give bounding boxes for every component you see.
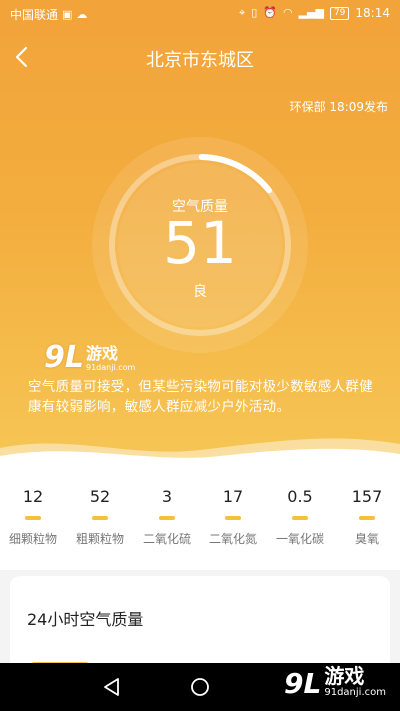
pollutant-level-bar	[92, 516, 108, 520]
brand-number: 9L	[284, 667, 322, 700]
pollutant-level-bar	[225, 516, 241, 520]
page-title: 北京市东城区	[146, 50, 254, 71]
pollutant-item[interactable]: 17 二氧化氮	[200, 485, 266, 547]
pollutant-level-bar	[359, 516, 375, 520]
pollutant-value: 157	[351, 487, 383, 506]
pollutant-level-bar	[159, 516, 175, 520]
pollutant-item[interactable]: 52 粗颗粒物	[67, 485, 133, 547]
pollutant-item[interactable]: 3 二氧化硫	[134, 485, 200, 547]
card-title: 24小时空气质量	[27, 610, 144, 629]
watermark-number: 9L	[44, 340, 84, 375]
pollutant-level-bar	[292, 516, 308, 520]
pollutant-name: 臭氧	[354, 532, 379, 546]
pollutant-value: 52	[89, 487, 111, 506]
air-quality-description: 空气质量可接受，但某些污染物可能对极少数敏感人群健康有较弱影响，敏感人群应减少户…	[28, 379, 373, 415]
brand-site: 91danji.com	[324, 687, 386, 698]
top-bar: 北京市东城区	[0, 40, 400, 76]
pollutant-name: 粗颗粒物	[75, 532, 124, 546]
aqi-value: 51	[163, 209, 237, 277]
pollutant-value: 3	[161, 487, 173, 506]
watermark-name: 游戏	[86, 344, 119, 363]
pollutant-item[interactable]: 0.5 一氧化碳	[267, 485, 333, 547]
weather-icon: ☁	[76, 7, 88, 21]
status-bar: 中国联通 ▣ ☁ ⌖ ▯ ⏰ ◠ ▂▄▆ 79 18:14	[0, 0, 400, 28]
wifi-icon: ◠	[282, 6, 293, 19]
pollutant-level-bar	[25, 516, 41, 520]
pollutant-item[interactable]: 12 细颗粒物	[0, 485, 66, 547]
pollutant-name: 二氧化硫	[142, 532, 191, 546]
nav-home-icon[interactable]	[188, 675, 212, 699]
signal-icon: ▂▄▆	[298, 6, 324, 19]
pollutant-name: 二氧化氮	[208, 532, 257, 546]
pollutant-item[interactable]: 157 臭氧	[334, 485, 400, 547]
vibrate-icon: ▯	[251, 6, 258, 19]
battery-indicator: 79	[329, 6, 350, 20]
alarm-icon: ⏰	[263, 6, 277, 19]
pollutant-name: 细颗粒物	[8, 532, 57, 546]
pollutant-name: 一氧化碳	[275, 532, 324, 546]
brand-logo: 9L 游戏 91danji.com	[284, 665, 386, 699]
pollutant-value: 12	[22, 487, 44, 506]
brand-name: 游戏	[324, 664, 365, 688]
pollutants-panel: 12 细颗粒物 52 粗颗粒物 3 二氧化硫 17 二氧化氮 0.5 一氧化碳 …	[0, 470, 400, 570]
clock: 18:14	[355, 6, 390, 20]
pollutant-value: 17	[222, 487, 244, 506]
pollutant-value: 0.5	[287, 487, 313, 506]
watermark-site: 91danji.com	[86, 363, 136, 372]
wave-divider	[0, 438, 400, 470]
network-badge-icon: ▣	[62, 7, 73, 21]
watermark-logo: 9L 游戏 91danji.com	[44, 343, 135, 373]
nav-back-icon[interactable]	[100, 675, 124, 699]
carrier-label: 中国联通	[10, 8, 59, 22]
publish-info: 环保部 18:09发布	[289, 100, 388, 114]
location-icon: ⌖	[238, 6, 246, 19]
aqi-level: 良	[193, 284, 207, 300]
